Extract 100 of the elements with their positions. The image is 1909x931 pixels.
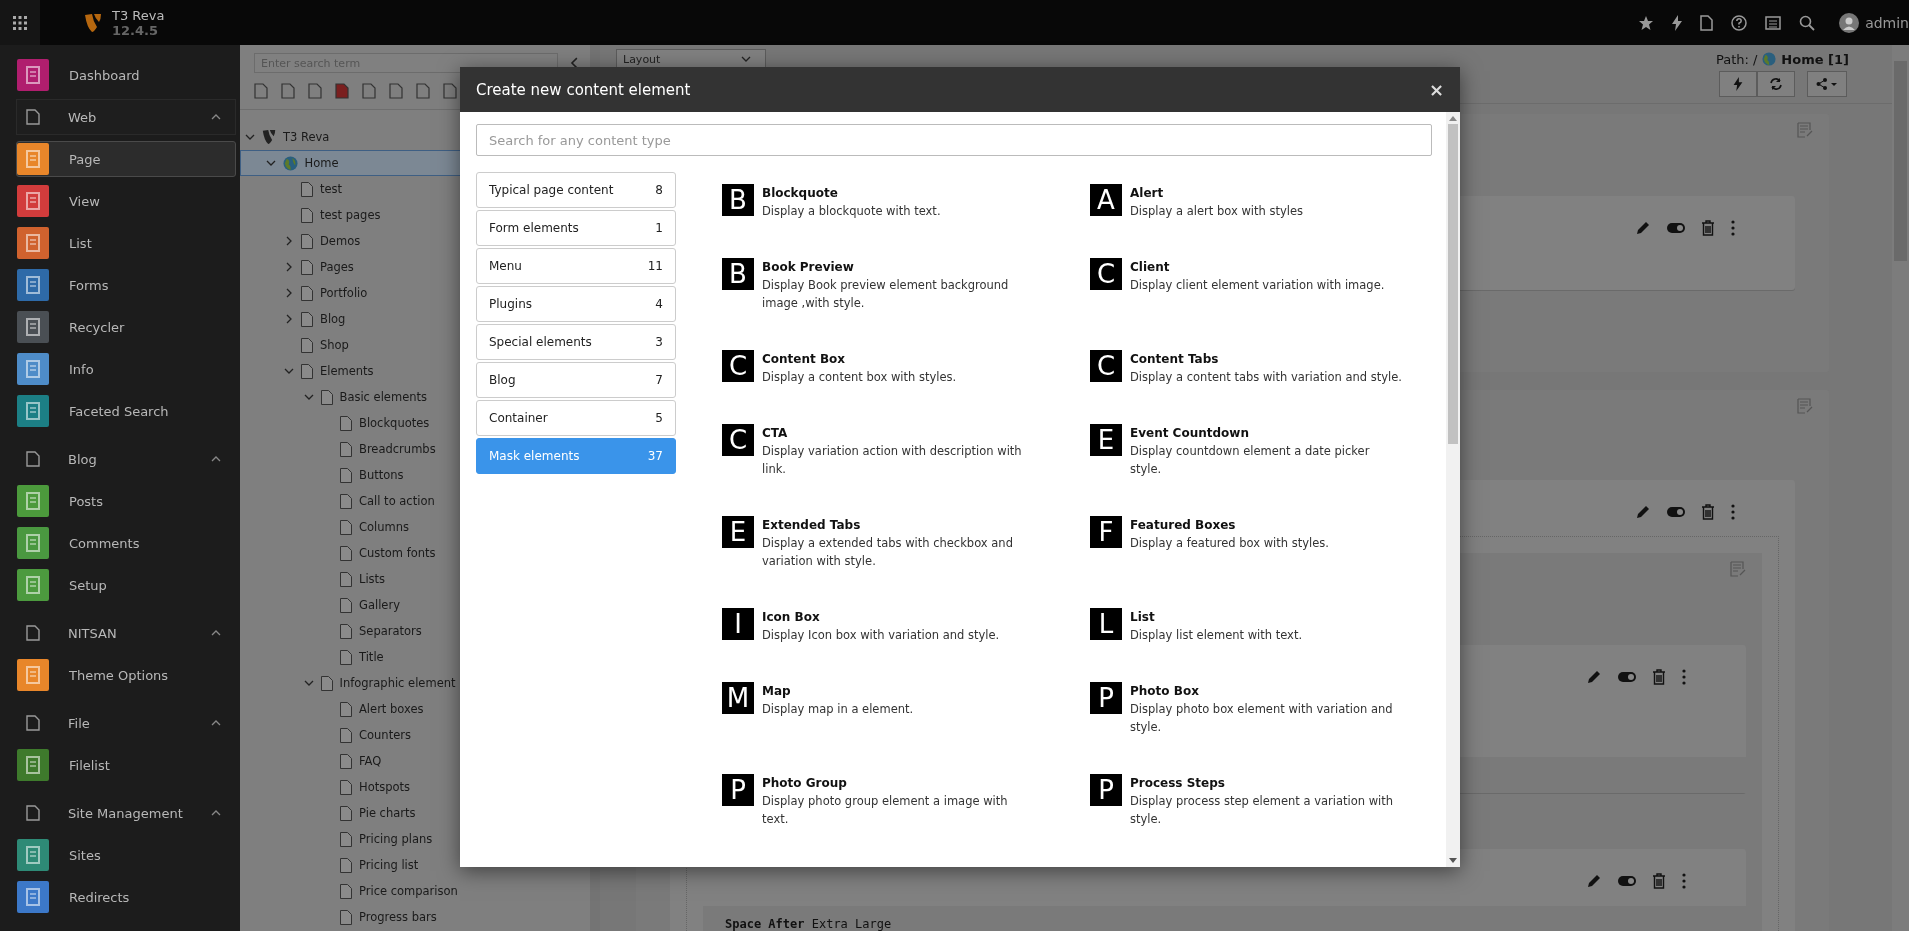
module-group-header[interactable]: Site Management xyxy=(16,795,236,831)
category-tab[interactable]: Blog 7 xyxy=(476,362,676,398)
tree-node[interactable]: Lists xyxy=(240,566,590,592)
trash-icon[interactable] xyxy=(1701,220,1715,236)
scroll-up-icon[interactable] xyxy=(1449,116,1457,121)
tree-node[interactable]: Pie charts xyxy=(240,800,590,826)
module-menu-item[interactable]: Theme Options xyxy=(16,657,236,693)
content-type-item[interactable]: P Process Steps Display process step element a variation with style. xyxy=(1090,774,1446,828)
toolbar-page-icon[interactable] xyxy=(254,83,268,99)
module-group-header[interactable]: NITSAN xyxy=(16,615,236,651)
chevron-icon[interactable] xyxy=(284,262,294,272)
module-group-header[interactable]: File xyxy=(16,705,236,741)
chevron-icon[interactable] xyxy=(284,288,294,298)
content-type-item[interactable]: I Icon Box Display Icon box with variation and style. xyxy=(722,608,1090,644)
category-tab[interactable]: Typical page content 8 xyxy=(476,172,676,208)
lightning-button[interactable] xyxy=(1719,71,1757,97)
module-menu-item[interactable]: Dashboard xyxy=(16,57,236,93)
module-menu-item[interactable]: Page xyxy=(16,141,236,177)
path-link[interactable]: Home [1] xyxy=(1781,51,1849,67)
toolbar-page-icon[interactable] xyxy=(281,83,295,99)
help-icon[interactable] xyxy=(1731,14,1748,31)
content-type-item[interactable]: P Photo Box Display photo box element with variation and style. xyxy=(1090,682,1446,736)
category-tab[interactable]: Special elements 3 xyxy=(476,324,676,360)
module-menu-item[interactable]: Sites xyxy=(16,837,236,873)
content-type-item[interactable]: C Content Box Display a content box with styles. xyxy=(722,350,1090,386)
user-name[interactable]: admin xyxy=(1865,14,1909,31)
pencil-icon[interactable] xyxy=(1635,504,1651,520)
pencil-icon[interactable] xyxy=(1586,873,1602,889)
content-type-item[interactable]: B Blockquote Display a blockquote with text. xyxy=(722,184,1090,220)
chevron-icon[interactable] xyxy=(303,392,314,402)
toolbar-page-icon[interactable] xyxy=(443,83,457,99)
tree-node[interactable]: Infographic element xyxy=(240,670,590,696)
chevron-icon[interactable] xyxy=(284,366,294,376)
tree-node[interactable]: Columns xyxy=(240,514,590,540)
toolbar-page-icon[interactable] xyxy=(308,83,322,99)
scrollbar[interactable] xyxy=(1446,112,1460,867)
module-group-header[interactable]: Web xyxy=(16,99,236,135)
toggle-icon[interactable] xyxy=(1618,876,1636,886)
chevron-icon[interactable] xyxy=(284,314,294,324)
content-type-item[interactable]: C CTA Display variation action with description with link. xyxy=(722,424,1090,478)
content-type-item[interactable]: P Photo Group Display photo group element a image with text. xyxy=(722,774,1090,828)
scrollbar[interactable] xyxy=(1892,45,1909,931)
category-tab[interactable]: Menu 11 xyxy=(476,248,676,284)
content-type-item[interactable]: E Event Countdown Display countdown element a date picker style. xyxy=(1090,424,1446,478)
more-icon[interactable] xyxy=(1682,873,1686,889)
document-icon[interactable] xyxy=(1700,14,1714,31)
tree-node[interactable]: Alert boxes xyxy=(240,696,590,722)
module-menu-item[interactable]: List xyxy=(16,225,236,261)
tree-node[interactable]: Progress bars xyxy=(240,904,590,930)
module-menu-item[interactable]: Filelist xyxy=(16,747,236,783)
tree-node[interactable]: Title xyxy=(240,644,590,670)
pencil-icon[interactable] xyxy=(1635,220,1651,236)
trash-icon[interactable] xyxy=(1652,873,1666,889)
tree-node[interactable]: Separators xyxy=(240,618,590,644)
content-type-item[interactable]: B Book Preview Display Book preview element background image ,with style. xyxy=(722,258,1090,312)
tree-node[interactable]: Pricing list xyxy=(240,852,590,878)
module-menu-item[interactable]: Setup xyxy=(16,567,236,603)
toolbar-page-icon[interactable] xyxy=(335,83,349,99)
more-icon[interactable] xyxy=(1731,220,1735,236)
toggle-icon[interactable] xyxy=(1667,223,1685,233)
pencil-icon[interactable] xyxy=(1586,669,1602,685)
tree-node[interactable]: Call to action xyxy=(240,488,590,514)
search-icon[interactable] xyxy=(1799,14,1816,31)
toolbar-page-icon[interactable] xyxy=(416,83,430,99)
search-field[interactable]: Search for any content type xyxy=(476,124,1432,156)
close-button[interactable]: × xyxy=(1428,79,1444,100)
content-type-item[interactable]: F Featured Boxes Display a featured box with styles. xyxy=(1090,516,1446,570)
toggle-icon[interactable] xyxy=(1667,507,1685,517)
category-tab[interactable]: Plugins 4 xyxy=(476,286,676,322)
more-icon[interactable] xyxy=(1731,504,1735,520)
module-menu-item[interactable]: Comments xyxy=(16,525,236,561)
toolbar-page-icon[interactable] xyxy=(362,83,376,99)
tree-node[interactable]: Pricing plans xyxy=(240,826,590,852)
content-type-item[interactable]: E Extended Tabs Display a extended tabs with checkbox and variation with style. xyxy=(722,516,1090,570)
reload-button[interactable] xyxy=(1757,71,1795,97)
chevron-icon[interactable] xyxy=(265,158,276,168)
content-type-item[interactable]: C Client Display client element variation with image. xyxy=(1090,258,1446,312)
toolbar-page-icon[interactable] xyxy=(389,83,403,99)
trash-icon[interactable] xyxy=(1652,669,1666,685)
module-menu-item[interactable]: Recycler xyxy=(16,309,236,345)
module-group-header[interactable]: Blog xyxy=(16,441,236,477)
module-menu-item[interactable]: View xyxy=(16,183,236,219)
more-icon[interactable] xyxy=(1682,669,1686,685)
trash-icon[interactable] xyxy=(1701,504,1715,520)
tree-node[interactable]: Hotspots xyxy=(240,774,590,800)
list-icon[interactable] xyxy=(1765,15,1782,30)
module-menu-item[interactable]: Posts xyxy=(16,483,236,519)
tree-node[interactable]: FAQ xyxy=(240,748,590,774)
chevron-icon[interactable] xyxy=(303,678,314,688)
tree-node[interactable]: Custom fonts xyxy=(240,540,590,566)
star-icon[interactable] xyxy=(1638,14,1655,31)
app-grid-icon[interactable] xyxy=(13,15,27,30)
category-tab[interactable]: Container 5 xyxy=(476,400,676,436)
content-type-item[interactable]: A Alert Display a alert box with styles xyxy=(1090,184,1446,220)
tree-node[interactable]: Gallery xyxy=(240,592,590,618)
content-type-item[interactable]: L List Display list element with text. xyxy=(1090,608,1446,644)
collapse-icon[interactable] xyxy=(570,57,578,69)
module-menu-item[interactable]: Info xyxy=(16,351,236,387)
category-tab[interactable]: Form elements 1 xyxy=(476,210,676,246)
avatar-icon[interactable] xyxy=(1839,12,1860,33)
